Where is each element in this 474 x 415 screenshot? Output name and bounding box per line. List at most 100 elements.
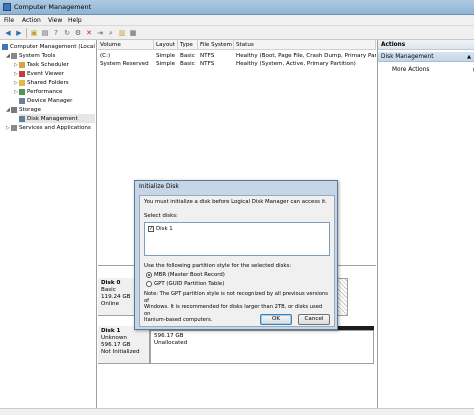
event-log-icon [19,70,25,77]
search-icon[interactable]: ⌕ [106,28,116,38]
disk-list-item-label: Disk 1 [156,226,173,232]
open-folder-icon[interactable]: ▥ [117,28,127,38]
file-system-cell: NTFS [200,61,215,67]
window-title: Computer Management [14,3,92,11]
initialize-disk-dialog: Initialize Disk You must initialize a di… [134,180,338,330]
column-header-type[interactable]: Type [178,40,198,50]
gpt-radio[interactable] [146,281,152,287]
gpt-option[interactable]: GPT (GUID Partition Table) [146,281,224,287]
ok-button[interactable]: OK [260,314,292,325]
disk-1-label[interactable]: Disk 1 Unknown 596.17 GB Not Initialized [98,326,150,364]
back-arrow-icon[interactable]: ◀ [3,28,13,38]
menu-help[interactable]: Help [68,17,82,24]
tree-item-label: System Tools [19,52,56,59]
type-cell: Basic [180,53,195,59]
note-line: Note: The GPT partition style is not rec… [144,291,328,304]
mbr-radio[interactable] [146,272,152,278]
title-bar: Computer Management [0,0,474,15]
clock-icon [19,61,25,68]
mbr-option[interactable]: MBR (Master Boot Record) [146,272,225,278]
disk-state: Not Initialized [101,349,140,355]
menu-view[interactable]: View [48,17,62,24]
volume-cell: System Reserved [100,61,149,67]
tree-item-label: Device Manager [27,97,73,104]
collapse-up-icon[interactable]: ▲ [467,52,471,62]
disk-list-item[interactable]: ✓ Disk 1 [148,226,173,232]
disk-type: Unknown [101,335,127,341]
actions-pane: Actions Disk Management ▲ More Actions ▶ [377,40,474,415]
actions-section-disk-management[interactable]: Disk Management ▲ [378,52,474,62]
menu-bar: File Action View Help [0,15,474,26]
column-header-status[interactable]: Status [234,40,376,50]
tree-item-label: Disk Management [27,115,78,122]
dialog-body: You must initialize a disk before Logica… [139,195,335,327]
partition-size: 596.17 GB [154,333,184,339]
volume-cell: (C:) [100,53,111,59]
disk-icon [19,115,25,122]
column-header-layout[interactable]: Layout [154,40,178,50]
tree-item-computer-management[interactable]: Computer Management (Local [2,42,95,51]
more-actions-link[interactable]: More Actions ▶ [392,66,474,74]
disk-size: 596.17 GB [101,342,131,348]
storage-icon [11,106,17,113]
status-bar [0,408,474,415]
tree-item-label: Event Viewer [27,70,64,77]
delete-icon[interactable]: ✕ [84,28,94,38]
tree-item-label: Computer Management (Local [10,43,95,50]
more-actions-label: More Actions [392,67,430,73]
type-cell: Basic [180,61,195,67]
mbr-label: MBR (Master Boot Record) [154,272,225,278]
folder-icon [19,79,25,86]
tree-item-device-manager[interactable]: Device Manager [19,96,72,105]
tree-item-performance[interactable]: ▷ Performance [14,87,62,96]
tree-item-label: Performance [27,88,63,95]
disk-1-checkbox[interactable]: ✓ [148,226,154,232]
device-icon [19,97,25,104]
layout-cell: Simple [156,61,176,67]
file-system-cell: NTFS [200,53,215,59]
help-icon[interactable]: ? [51,28,61,38]
tree-item-label: Services and Applications [19,124,91,131]
menu-file[interactable]: File [4,17,14,24]
computer-management-icon [3,3,11,11]
column-header-file-system[interactable]: File System [198,40,234,50]
computer-icon [2,43,8,50]
tree-item-shared-folders[interactable]: ▷ Shared Folders [14,78,69,87]
actions-section-label: Disk Management [381,54,434,60]
action-icon[interactable]: ▦ [128,28,138,38]
toolbar-separator [26,28,27,38]
properties-icon[interactable]: ▤ [40,28,50,38]
settings-icon[interactable]: ⚙ [73,28,83,38]
cancel-button[interactable]: Cancel [298,314,330,325]
tree-item-system-tools[interactable]: ◢ System Tools [6,51,55,60]
disk-list[interactable]: ✓ Disk 1 [144,222,330,256]
tree-item-task-scheduler[interactable]: ▷ Task Scheduler [14,60,69,69]
select-disks-label: Select disks: [144,213,178,219]
menu-action[interactable]: Action [22,17,41,24]
refresh-icon[interactable]: ↻ [62,28,72,38]
forward-arrow-icon[interactable]: ▶ [14,28,24,38]
partition-style-label: Use the following partition style for th… [144,263,292,269]
column-header-volume[interactable]: Volume [98,40,154,50]
services-icon [11,124,17,131]
partition-state: Unallocated [154,340,188,346]
unallocated-partition[interactable]: 596.17 GB Unallocated [150,330,374,364]
tree-item-label: Storage [19,106,41,113]
up-folder-icon[interactable]: ▣ [29,28,39,38]
toolbar: ◀ ▶ ▣ ▤ ? ↻ ⚙ ✕ ⇥ ⌕ ▥ ▦ [0,26,474,40]
actions-header: Actions [378,40,474,50]
status-cell: Healthy (Boot, Page File, Crash Dump, Pr… [236,53,376,59]
tree-item-storage[interactable]: ◢ Storage [6,105,41,114]
performance-icon [19,88,25,95]
navigation-tree: Computer Management (Local ◢ System Tool… [0,40,97,415]
tools-icon [11,52,17,59]
gpt-label: GPT (GUID Partition Table) [154,281,225,287]
dialog-intro: You must initialize a disk before Logica… [144,199,327,205]
layout-cell: Simple [156,53,176,59]
tree-item-services-and-applications[interactable]: ▷ Services and Applications [6,123,91,132]
tree-item-event-viewer[interactable]: ▷ Event Viewer [14,69,64,78]
tree-item-disk-management[interactable]: Disk Management [19,114,95,123]
export-icon[interactable]: ⇥ [95,28,105,38]
tree-item-label: Shared Folders [27,79,69,86]
tree-item-label: Task Scheduler [27,61,69,68]
